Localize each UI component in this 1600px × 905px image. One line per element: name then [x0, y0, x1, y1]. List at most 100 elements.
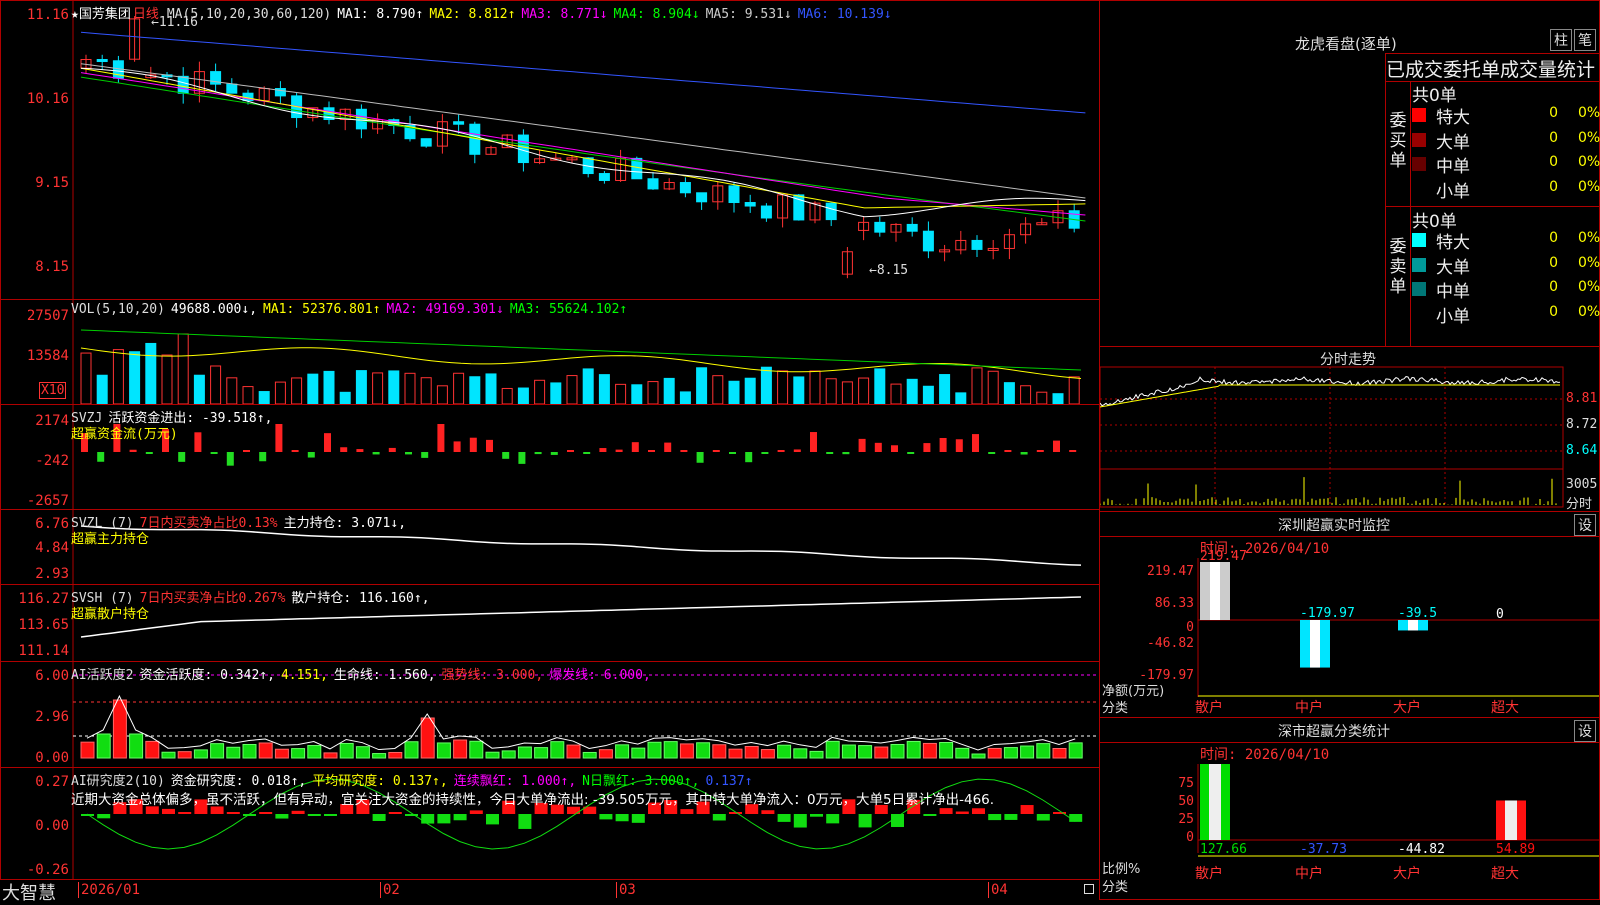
activity-bar — [631, 747, 646, 759]
volume-bar — [728, 380, 740, 404]
activity-bar — [372, 753, 387, 759]
candle — [971, 239, 983, 250]
volume-bar — [420, 377, 432, 404]
volume-bar — [679, 391, 691, 404]
volume-bar — [631, 384, 643, 404]
intra-vol-unit: 分时 — [1566, 497, 1593, 512]
buy-count-2: 0 — [1549, 154, 1558, 170]
research-bar — [178, 812, 192, 814]
sell-pct-0: 0% — [1578, 230, 1600, 246]
research-bar — [421, 814, 435, 824]
volume-bar — [177, 333, 189, 404]
activity-bar — [193, 749, 208, 759]
intra-axis-1: 8.72 — [1566, 417, 1598, 432]
tick-mode-button[interactable]: 笔 — [1574, 29, 1596, 51]
candle — [598, 173, 610, 181]
volume-bar — [841, 381, 853, 404]
svzj-sub: 超赢资金流(万元) — [71, 427, 178, 442]
activity-bar — [906, 740, 921, 759]
activity-bar — [696, 742, 711, 759]
ai-research-panel[interactable]: 0.27 0.00 -0.26 AI研究度2(10) 资金研究度: 0.018↑,… — [0, 767, 1100, 880]
flow-bar — [145, 452, 153, 454]
svzl-axis-1: 4.84 — [35, 540, 69, 556]
flow-bar — [583, 452, 591, 454]
flow-bar — [955, 439, 963, 452]
price-chart — [72, 1, 1086, 299]
flow-bar — [761, 452, 769, 454]
candle — [96, 59, 108, 63]
volume-bar — [598, 374, 610, 404]
volume-bar — [258, 391, 270, 404]
volume-bar — [534, 379, 546, 404]
bar-mode-button[interactable]: 柱 — [1550, 29, 1572, 51]
flow-bar — [129, 449, 137, 452]
volume-panel[interactable]: 27507 13584 X10 VOL(5,10,20) 49688.000↓, M… — [0, 299, 1100, 405]
flow-bar — [356, 449, 364, 452]
activity-bar — [161, 751, 176, 759]
vol-title[interactable]: VOL(5,10,20) — [71, 302, 165, 317]
intra-axis-0: 8.81 — [1566, 391, 1598, 406]
intraday-panel[interactable]: 分时走势 8.81 8.72 8.64 3005 分时 — [1099, 346, 1600, 512]
ai1-header: AI活跃度2 资金活跃度: 0.342↑, 4.151, 生命线: 1.560, 强势线… — [71, 664, 663, 683]
research-bar — [372, 814, 386, 821]
volume-bar — [323, 370, 335, 404]
flow-bar — [502, 452, 510, 459]
price-axis-3: 8.15 — [35, 259, 69, 275]
monitor-panel[interactable]: 深圳超赢实时监控 设 时间: 2026/04/10 219.47 散户 -179.9… — [1099, 511, 1600, 718]
research-bar — [324, 814, 337, 816]
date-feb: 02 — [380, 882, 400, 898]
buy-side-label: 委买单 — [1389, 111, 1407, 171]
volume-bar — [112, 349, 124, 404]
cls-axis-2: 25 — [1178, 812, 1194, 827]
activity-bar — [323, 752, 338, 759]
research-bar — [631, 814, 645, 823]
buy-label-1: 大单 — [1436, 132, 1470, 153]
activity-bar — [825, 740, 840, 759]
ai1-title[interactable]: AI活跃度2 — [71, 668, 133, 683]
svsh-panel[interactable]: 116.27 113.65 111.14 SVSH (7) 7日内买卖净占比0.2… — [0, 584, 1100, 662]
ai1-part-3: 强势线: 3.000, — [441, 668, 544, 683]
ai-activity-panel[interactable]: 6.00 2.96 0.00 AI活跃度2 资金活跃度: 0.342↑, 4.151… — [0, 661, 1100, 768]
activity-bar — [112, 699, 127, 759]
classify-panel[interactable]: 深市超赢分类统计 设 时间: 2026/04/10 127.66 散户 -37.73… — [1099, 717, 1600, 900]
flow-bar — [729, 452, 736, 454]
activity-bar — [355, 746, 370, 759]
ma-line-3 — [80, 72, 1086, 216]
ma-value-5: MA6: 10.139↓ — [797, 7, 892, 22]
volume-bar — [1052, 393, 1064, 404]
sell-swatch-2 — [1412, 282, 1426, 296]
flow-bar — [453, 441, 461, 452]
ai2-axis-2: -0.26 — [26, 862, 69, 878]
stock-title[interactable]: ★国芳集团 — [71, 7, 131, 22]
cls-cat-label: 分类 — [1102, 880, 1129, 895]
volume-bar — [858, 377, 870, 404]
research-bar — [1036, 814, 1050, 821]
mon-cat-label: 分类 — [1102, 701, 1129, 716]
ai2-title[interactable]: AI研究度2(10) — [71, 774, 165, 789]
flow-bar — [243, 450, 250, 452]
sell-swatch-1 — [1412, 257, 1426, 272]
svzj-panel[interactable]: 2174 -242 -2657 SVZJ 活跃资金进出: -39.518↑, 超赢… — [0, 404, 1100, 510]
volume-bar — [226, 377, 238, 404]
flow-bar — [178, 452, 186, 462]
cls-unit: 比例% — [1102, 862, 1141, 877]
flow-bar — [939, 437, 947, 452]
svzl-panel[interactable]: 6.76 4.84 2.93 SVZL (7) 7日内买卖净占比0.13% 主力持仓… — [0, 509, 1100, 585]
volume-bar — [1036, 391, 1048, 404]
ai1-parts: 资金活跃度: 0.342↑, 4.151, 生命线: 1.560, 强势线: 3.00… — [139, 668, 656, 683]
flow-bar — [307, 452, 315, 458]
flow-bar — [599, 448, 607, 452]
activity-bar — [210, 743, 225, 759]
buy-label-3: 小单 — [1436, 181, 1470, 202]
lock-icon[interactable] — [1084, 884, 1094, 894]
vol-value: 49688.000↓, — [170, 302, 258, 317]
price-panel[interactable]: 11.16 10.16 9.15 8.15 ★国芳集团 日线 MA(5,10,20,… — [0, 0, 1100, 300]
buy-count-0: 0 — [1549, 105, 1558, 121]
ai1-part-4: 爆发线: 6.000, — [549, 668, 651, 683]
flow-bar — [518, 452, 526, 464]
mon-category-1: 中户 — [1295, 699, 1323, 716]
activity-bar — [890, 743, 905, 759]
activity-bar — [485, 751, 500, 759]
classify-chart: 127.66 散户 -37.73 中户 -44.82 大户 54.89 超大 — [1195, 764, 1599, 882]
activity-bar — [339, 742, 354, 759]
